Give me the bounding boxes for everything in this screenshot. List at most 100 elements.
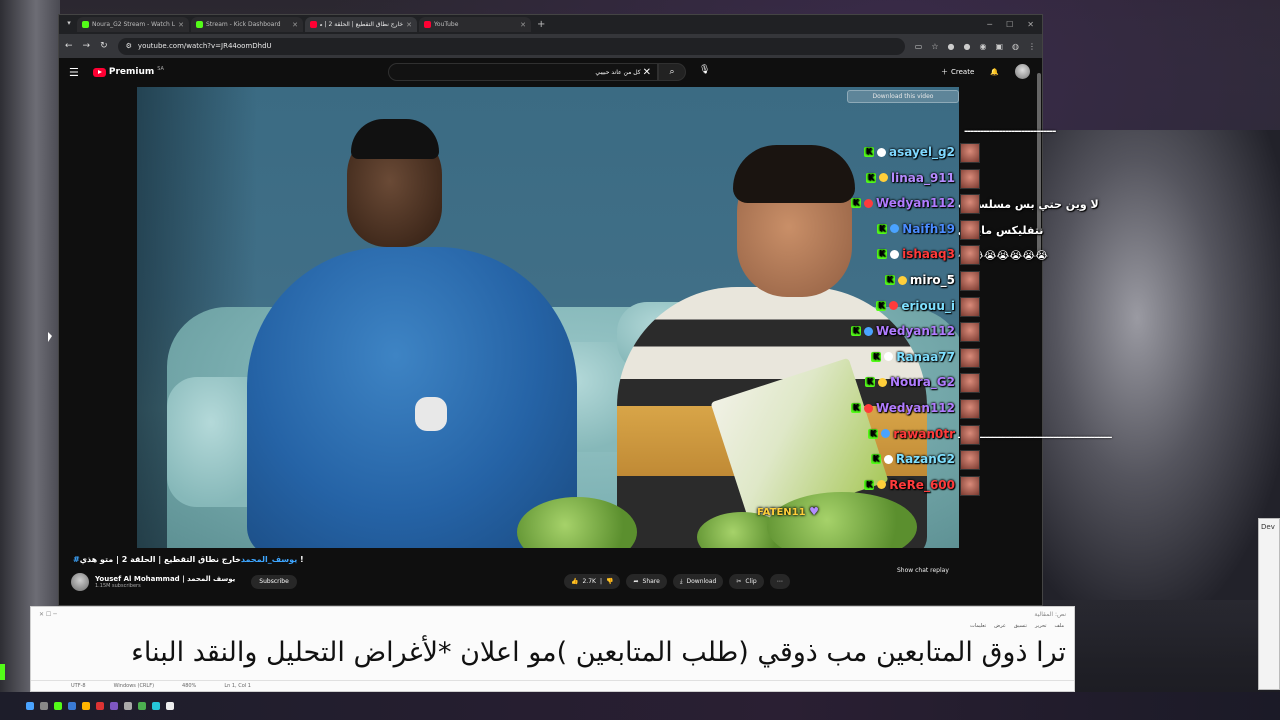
- clip-button[interactable]: ✂ Clip: [729, 574, 764, 589]
- tab-kick-dashboard[interactable]: Stream - Kick Dashboard ✕: [191, 17, 303, 32]
- tab-search-icon[interactable]: ▾: [63, 19, 75, 31]
- chat-username[interactable]: ishaaq3: [902, 247, 955, 261]
- maximize-icon[interactable]: ☐: [1006, 20, 1013, 29]
- menu-view[interactable]: عرض: [994, 623, 1006, 629]
- youtube-premium-logo[interactable]: Premium SA: [92, 66, 164, 77]
- user-badge-icon: [883, 454, 893, 464]
- chat-username[interactable]: miro_5: [910, 273, 955, 287]
- chat-username[interactable]: Naifh19: [902, 222, 955, 236]
- app-icon[interactable]: [110, 702, 118, 710]
- chat-row: Kasayel_g2: [864, 145, 955, 159]
- chat-username[interactable]: rawan0tr: [893, 427, 955, 441]
- microphone-icon[interactable]: 🎙: [699, 65, 710, 75]
- close-icon[interactable]: ✕: [406, 21, 412, 29]
- chat-username[interactable]: RazanG2: [896, 452, 955, 466]
- chat-username[interactable]: Wedyan112: [876, 196, 955, 210]
- notepad-icon[interactable]: [166, 702, 174, 710]
- window-buttons[interactable]: ✕ ☐ ─: [39, 611, 57, 618]
- notifications-bell-icon[interactable]: 🔔: [990, 68, 999, 76]
- clip-label: Clip: [745, 578, 757, 585]
- menu-help[interactable]: تعليمات: [970, 623, 986, 629]
- folder-icon[interactable]: [82, 702, 90, 710]
- clear-search-icon[interactable]: ✕: [643, 67, 651, 78]
- menu-file[interactable]: ملف: [1054, 623, 1064, 629]
- video-player[interactable]: Download this video FATEN11 ♥: [137, 87, 959, 548]
- app-icon[interactable]: [54, 702, 62, 710]
- app-icon[interactable]: [68, 702, 76, 710]
- like-count: 2.7K: [582, 578, 596, 585]
- search-box[interactable]: ✕: [388, 63, 658, 81]
- like-button[interactable]: 👍 2.7K | 👎: [564, 574, 621, 589]
- app-icon[interactable]: [152, 702, 160, 710]
- background-window[interactable]: Dev: [1258, 518, 1280, 690]
- chat-row: K Ranaa77: [871, 350, 955, 364]
- close-window-icon[interactable]: ✕: [1027, 20, 1034, 29]
- thumbs-down-icon[interactable]: 👎: [606, 578, 613, 585]
- chat-username[interactable]: eriouu_i: [901, 299, 955, 313]
- subscribe-button[interactable]: Subscribe: [251, 575, 297, 589]
- kick-badge-icon: K: [884, 275, 895, 285]
- tab-youtube[interactable]: YouTube ✕: [419, 17, 531, 32]
- site-info-icon[interactable]: ⚙: [126, 42, 132, 50]
- chat-username[interactable]: linaa_911: [891, 171, 955, 185]
- chat-username[interactable]: Noura_G2: [890, 375, 955, 389]
- puzzle-icon[interactable]: ▣: [995, 42, 1003, 51]
- chat-username[interactable]: ReRe_600: [889, 478, 955, 492]
- menu-dots-icon[interactable]: ⋮: [1028, 42, 1036, 51]
- search-button[interactable]: ⌕: [658, 63, 686, 81]
- cast-icon[interactable]: ▭: [915, 42, 923, 51]
- reload-icon[interactable]: ↻: [100, 41, 108, 51]
- kick-badge-icon: K: [868, 428, 879, 439]
- app-icon[interactable]: [96, 702, 104, 710]
- download-video-badge[interactable]: Download this video: [847, 90, 959, 103]
- extension-icon[interactable]: ●: [948, 42, 955, 51]
- notepad-text-area[interactable]: ترا ذوق المتابعين مب ذوقي (طلب المتابعين…: [131, 637, 1066, 668]
- download-button[interactable]: ⤓ Download: [672, 574, 724, 589]
- menu-format[interactable]: تنسيق: [1014, 623, 1027, 629]
- share-icon: ➦: [633, 578, 639, 585]
- create-button[interactable]: ＋ Create: [941, 67, 974, 77]
- show-chat-replay-button[interactable]: Show chat replay: [897, 567, 949, 574]
- heart-icon: ♥: [809, 505, 819, 518]
- extension-icon[interactable]: ◉: [979, 42, 986, 51]
- menu-edit[interactable]: تحرير: [1035, 623, 1047, 629]
- minimize-icon[interactable]: ─: [987, 20, 992, 29]
- start-icon[interactable]: [26, 702, 34, 710]
- chat-username[interactable]: Wedyan112: [876, 401, 955, 415]
- forward-icon[interactable]: →: [83, 41, 91, 51]
- new-tab-button[interactable]: +: [533, 19, 549, 30]
- status-position: Ln 1, Col 1: [224, 683, 251, 689]
- extensions-bar: ▭ ☆ ● ● ◉ ▣ ◍ ⋮: [915, 42, 1036, 51]
- close-icon[interactable]: ✕: [292, 21, 298, 29]
- tab-youtube-video[interactable]: خارج نطاق التقطيع | الحلقة 2 | مت...✕: [305, 17, 417, 32]
- search-input[interactable]: [395, 67, 643, 77]
- channel-name[interactable]: Yousef Al Mohammad | يوسف المحمد: [95, 575, 235, 583]
- profile-icon[interactable]: ◍: [1012, 42, 1019, 51]
- extension-icon[interactable]: ●: [963, 42, 970, 51]
- tab-kick-stream[interactable]: Noura_G2 Stream - Watch Live ✕: [77, 17, 189, 32]
- chat-row: Keriouu_i: [876, 299, 955, 313]
- chat-username[interactable]: Wedyan112: [876, 324, 955, 338]
- bookmark-star-icon[interactable]: ☆: [931, 42, 938, 51]
- status-line-ending: Windows (CRLF): [113, 683, 155, 689]
- back-icon[interactable]: ←: [65, 41, 73, 51]
- mouse-cursor: [48, 332, 52, 342]
- chat-username[interactable]: Ranaa77: [896, 350, 955, 364]
- chrome-icon[interactable]: [138, 702, 146, 710]
- window-controls: ─ ☐ ✕: [987, 20, 1042, 29]
- kick-icon: [82, 21, 89, 28]
- hamburger-menu-icon[interactable]: ☰: [69, 66, 79, 79]
- channel-avatar[interactable]: [71, 573, 89, 591]
- close-icon[interactable]: ✕: [520, 21, 526, 29]
- video-frame[interactable]: Download this video FATEN11 ♥: [137, 87, 959, 548]
- search-icon[interactable]: [40, 702, 48, 710]
- url-field[interactable]: ⚙ youtube.com/watch?v=JR44oomDhdU: [117, 37, 905, 55]
- overlay-username-text: FATEN11: [757, 507, 806, 518]
- app-icon[interactable]: [124, 702, 132, 710]
- more-actions-button[interactable]: ⋯: [769, 574, 790, 589]
- overlay-username: FATEN11 ♥: [757, 505, 819, 518]
- share-button[interactable]: ➦ Share: [626, 574, 667, 589]
- account-avatar[interactable]: [1015, 64, 1030, 79]
- close-icon[interactable]: ✕: [178, 21, 184, 29]
- chat-username[interactable]: asayel_g2: [889, 145, 955, 159]
